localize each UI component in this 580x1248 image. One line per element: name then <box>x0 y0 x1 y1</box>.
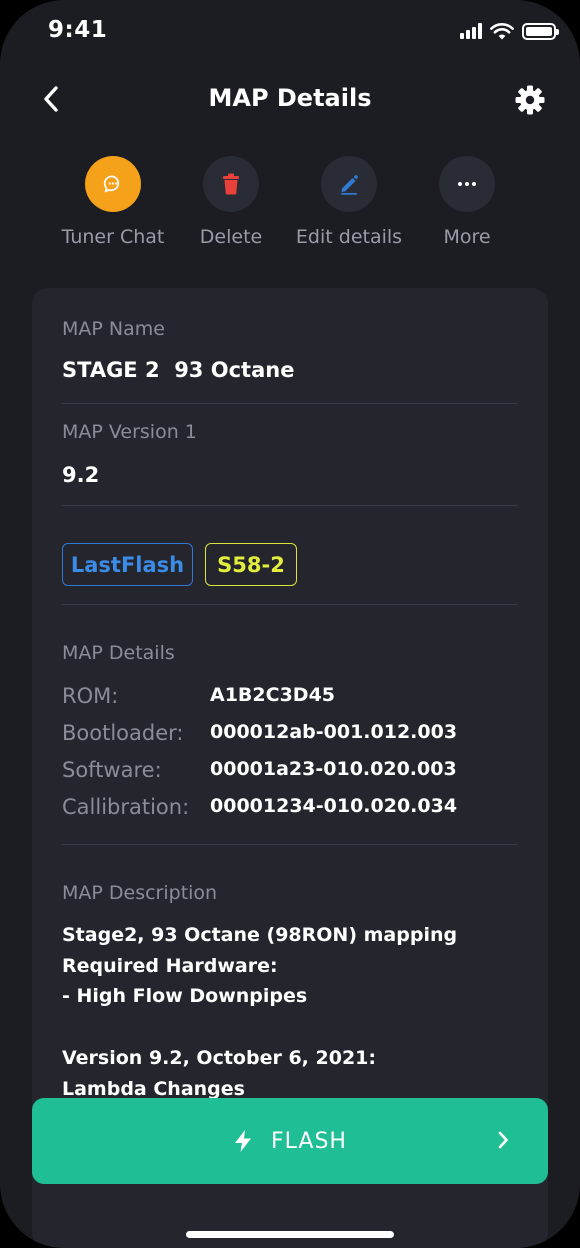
home-indicator[interactable] <box>186 1231 394 1238</box>
flash-label: FLASH <box>271 1128 347 1154</box>
divider <box>62 604 518 605</box>
map-name-label: MAP Name <box>62 318 165 340</box>
chat-icon <box>103 175 120 193</box>
map-details-label: MAP Details <box>62 642 175 664</box>
detail-row-software: Software: 00001a23-010.020.003 <box>62 758 522 788</box>
description-line: - High Flow Downpipes <box>62 985 308 1007</box>
divider <box>62 844 518 845</box>
delete-label: Delete <box>199 226 263 248</box>
more-button[interactable]: More <box>408 156 526 252</box>
detail-value: 00001a23-010.020.003 <box>210 758 457 780</box>
more-circle <box>439 156 495 212</box>
edit-details-button[interactable]: Edit details <box>290 156 408 252</box>
description-line: Lambda Changes <box>62 1078 245 1100</box>
status-time: 9:41 <box>48 17 108 43</box>
trash-icon <box>223 173 239 195</box>
status-icons <box>460 20 559 42</box>
chevron-right-icon <box>492 1129 514 1151</box>
tag-model[interactable]: S58-2 <box>205 543 297 586</box>
detail-row-rom: ROM: A1B2C3D45 <box>62 684 522 714</box>
detail-value: A1B2C3D45 <box>210 684 336 706</box>
detail-key: ROM: <box>62 684 119 708</box>
flash-button[interactable]: FLASH <box>32 1098 548 1184</box>
description-line: Stage2, 93 Octane (98RON) mapping <box>62 924 458 946</box>
settings-button[interactable] <box>512 82 548 118</box>
page-title: MAP Details <box>208 84 372 112</box>
phone-screen: 9:41 MAP Details Tuner Chat Delete Edit … <box>0 0 580 1248</box>
divider <box>62 403 518 404</box>
more-label: More <box>443 226 491 248</box>
edit-details-label: Edit details <box>295 226 403 248</box>
delete-circle <box>203 156 259 212</box>
gear-icon <box>515 85 545 115</box>
flash-button-content: FLASH <box>32 1098 548 1184</box>
tuner-chat-circle <box>85 156 141 212</box>
edit-details-circle <box>321 156 377 212</box>
tuner-chat-label: Tuner Chat <box>61 226 165 248</box>
description-line: Required Hardware: <box>62 955 278 977</box>
wifi-icon <box>490 23 514 40</box>
detail-value: 00001234-010.020.034 <box>210 795 458 817</box>
cellular-signal-icon <box>460 23 482 39</box>
map-version-label: MAP Version 1 <box>62 421 197 443</box>
tuner-chat-button[interactable]: Tuner Chat <box>54 156 172 252</box>
more-icon <box>458 182 476 186</box>
detail-value: 000012ab-001.012.003 <box>210 721 458 743</box>
battery-icon <box>522 22 559 40</box>
detail-key: Callibration: <box>62 795 190 819</box>
tag-lastflash[interactable]: LastFlash <box>62 543 193 586</box>
description-line: Version 9.2, October 6, 2021: <box>62 1047 376 1069</box>
action-row: Tuner Chat Delete Edit details More <box>54 156 526 252</box>
map-description-label: MAP Description <box>62 882 218 904</box>
header: MAP Details <box>0 70 580 128</box>
detail-row-bootloader: Bootloader: 000012ab-001.012.003 <box>62 721 522 751</box>
map-name-value: STAGE 2 93 Octane <box>62 358 295 382</box>
divider <box>62 505 518 506</box>
lightning-icon <box>235 1130 251 1152</box>
status-bar: 9:41 <box>0 0 580 64</box>
map-version-value: 9.2 <box>62 463 100 487</box>
detail-key: Software: <box>62 758 162 782</box>
detail-key: Bootloader: <box>62 721 184 745</box>
delete-button[interactable]: Delete <box>172 156 290 252</box>
pencil-icon <box>341 175 358 195</box>
detail-row-calibration: Callibration: 00001234-010.020.034 <box>62 795 522 825</box>
